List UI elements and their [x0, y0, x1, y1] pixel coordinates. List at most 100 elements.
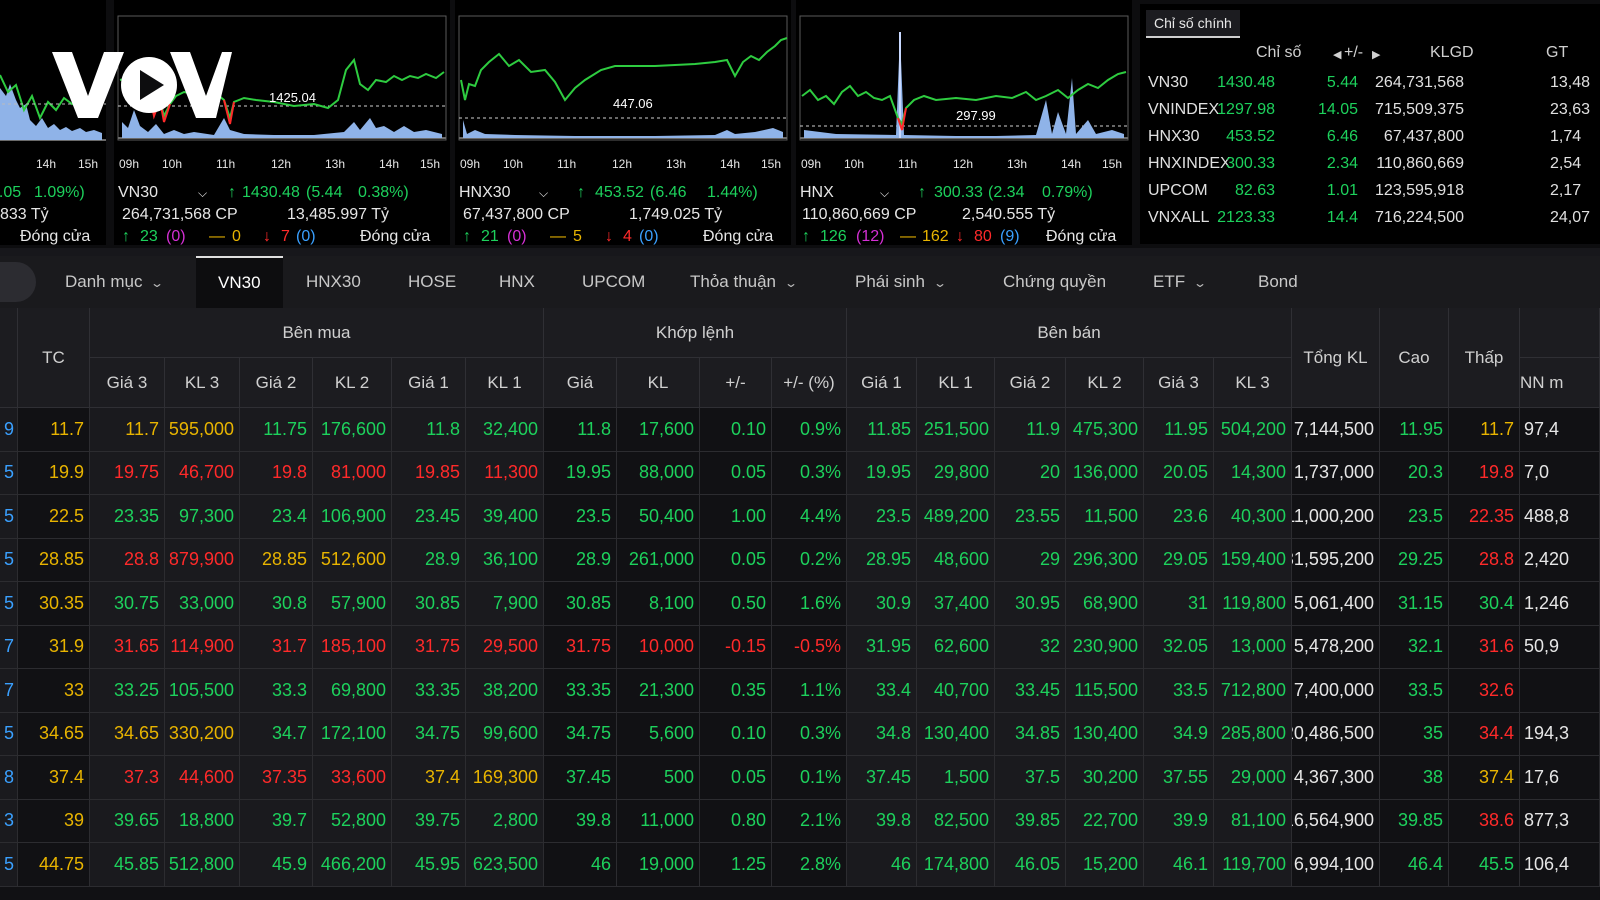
- cell: 5,600: [617, 712, 700, 755]
- cell: 11,000: [617, 799, 700, 842]
- match-group-header: Khớp lệnh: [544, 308, 847, 358]
- sort-icon[interactable]: ◀: [1333, 48, 1341, 61]
- cell: -0.15: [700, 625, 772, 668]
- cell: 39.75: [392, 799, 466, 842]
- chart-panel-vnindex[interactable]: 14h 15h 1.05 1.09%) 833 Tỷ ) Đóng cửa: [0, 0, 106, 245]
- cell: 34.65: [18, 712, 90, 755]
- cell: 106,900: [313, 495, 392, 538]
- stock-row[interactable]: 8 37.4 37.3 44,600 37.35 33,600 37.4 169,300 37.…: [0, 756, 1600, 800]
- cell: 136,000: [1066, 451, 1144, 494]
- index-volume: 715,509,375: [1375, 101, 1464, 118]
- cell: 22.5: [18, 495, 90, 538]
- cell: 23.35: [90, 495, 165, 538]
- column-header[interactable]: GT: [1546, 44, 1568, 62]
- cell: 7: [0, 625, 18, 668]
- index-name: HNX: [800, 184, 834, 201]
- cell: 11,500: [1066, 495, 1144, 538]
- high-price-header: Cao: [1380, 308, 1449, 408]
- tab-hose[interactable]: HOSE: [408, 256, 456, 308]
- reference-price-header: TC: [18, 308, 90, 408]
- column-header[interactable]: Chỉ số: [1256, 44, 1301, 62]
- cell: 5,478,200: [1292, 625, 1380, 668]
- main-indices-tab[interactable]: Chỉ số chính: [1146, 10, 1240, 38]
- index-change: 2.34: [1326, 155, 1358, 172]
- cell: 37.5: [995, 756, 1066, 799]
- stock-row[interactable]: 5 22.5 23.35 97,300 23.4 106,900 23.45 39,400 23…: [0, 495, 1600, 539]
- tab-thỏa-thuận[interactable]: Thỏa thuận ⌄: [690, 256, 798, 308]
- cell: 251,500: [917, 408, 995, 451]
- cell: 512,600: [313, 538, 392, 581]
- stock-row[interactable]: 5 44.75 45.85 512,800 45.9 466,200 45.95 623,50…: [0, 843, 1600, 887]
- stock-row[interactable]: 5 34.65 34.65 330,200 34.7 172,100 34.75 99,600…: [0, 712, 1600, 756]
- column-header[interactable]: +/-: [1344, 44, 1363, 62]
- arrow-up-icon: ↑: [122, 228, 130, 245]
- chevron-down-icon[interactable]: ⌵: [539, 186, 548, 201]
- total-volume-header: Tổng KL: [1292, 308, 1380, 408]
- cell: 69,800: [313, 669, 392, 712]
- stock-row[interactable]: 5 19.9 19.75 46,700 19.8 81,000 19.85 11,300 19.…: [0, 451, 1600, 495]
- tab-hnx[interactable]: HNX: [499, 256, 535, 308]
- time-tick: 11h: [557, 157, 577, 171]
- column-header: Giá 1: [847, 358, 917, 408]
- cell: 466,200: [313, 843, 392, 886]
- index-row[interactable]: HNXINDEX 300.33 2.34 110,860,669 2,54: [1140, 151, 1600, 178]
- cell: 15,200: [1066, 843, 1144, 886]
- index-row[interactable]: VNXALL 2123.33 14.4 716,224,500 24,07: [1140, 205, 1600, 232]
- time-tick: 15h: [420, 157, 441, 171]
- sort-icon[interactable]: ▶: [1372, 48, 1380, 61]
- cell: 18,800: [165, 799, 240, 842]
- search-pill[interactable]: [0, 262, 36, 302]
- chevron-down-icon[interactable]: ⌵: [880, 186, 889, 201]
- cell: 17,600: [617, 408, 700, 451]
- time-tick: 10h: [162, 157, 183, 171]
- cell: 172,100: [313, 712, 392, 755]
- cell: 4,367,300: [1292, 756, 1380, 799]
- cell: 29,000: [1214, 756, 1292, 799]
- market-overview: 14h 15h 1.05 1.09%) 833 Tỷ ) Đóng cửa 14…: [0, 0, 1600, 248]
- time-tick: 13h: [325, 157, 346, 171]
- tab-etf[interactable]: ETF ⌄: [1153, 256, 1207, 308]
- stock-row[interactable]: 3 39 39.65 18,800 39.7 52,800 39.75 2,800 39.8 11…: [0, 799, 1600, 843]
- stock-row[interactable]: 5 28.85 28.8 879,900 28.85 512,600 28.9 36,100 2…: [0, 538, 1600, 582]
- cell: 1,246: [1520, 582, 1600, 625]
- index-turnover: 24,07: [1550, 209, 1591, 226]
- chevron-down-icon[interactable]: ⌵: [198, 186, 207, 201]
- cell: 28.9: [544, 538, 617, 581]
- cell: 29: [995, 538, 1066, 581]
- index-change: (6.46: [650, 184, 687, 201]
- stock-row[interactable]: 9 11.7 11.7 595,000 11.75 176,600 11.8 32,400 11…: [0, 408, 1600, 452]
- stock-row[interactable]: 7 31.9 31.65 114,900 31.7 185,100 31.75 29,500 3…: [0, 625, 1600, 669]
- tab-hnx30[interactable]: HNX30: [306, 256, 361, 308]
- tab-danh-mục[interactable]: Danh mục ⌄: [65, 256, 165, 308]
- column-header[interactable]: KLGD: [1430, 44, 1474, 62]
- index-row[interactable]: HNX30 453.52 6.46 67,437,800 1,74: [1140, 124, 1600, 151]
- cell: 119,800: [1214, 582, 1292, 625]
- tab-upcom[interactable]: UPCOM: [582, 256, 645, 308]
- tab-chứng-quyền[interactable]: Chứng quyền: [1003, 256, 1106, 308]
- index-value: 82.63: [1234, 182, 1275, 199]
- tab-vn30[interactable]: VN30: [196, 256, 283, 308]
- tab-bond[interactable]: Bond: [1258, 256, 1298, 308]
- cell: 6,994,100: [1292, 843, 1380, 886]
- index-row[interactable]: VN30 1430.48 5.44 264,731,568 13,48: [1140, 70, 1600, 97]
- index-change: 6.46: [1326, 128, 1358, 145]
- cell: 0.10: [700, 712, 772, 755]
- tab-phái-sinh[interactable]: Phái sinh ⌄: [855, 256, 947, 308]
- cell: 30.9: [847, 582, 917, 625]
- stock-row[interactable]: 7 33 33.25 105,500 33.3 69,800 33.35 38,200 33.3…: [0, 669, 1600, 713]
- chart-panel-vn30[interactable]: 1425.04 09h 10h 11h 12h 13h 14h 15h VN30…: [114, 0, 450, 245]
- index-row[interactable]: UPCOM 82.63 1.01 123,595,918 2,17: [1140, 178, 1600, 205]
- floor-count: (9): [1000, 228, 1020, 245]
- stock-row[interactable]: 5 30.35 30.75 33,000 30.8 57,900 30.85 7,900 30.…: [0, 582, 1600, 626]
- cell: 31.75: [392, 625, 466, 668]
- time-tick: 15h: [761, 157, 782, 171]
- index-turnover: 1,74: [1550, 128, 1582, 145]
- chart-panel-hnx[interactable]: 297.99 09h 10h 11h 12h 13h 14h 15h HNX ⌵…: [796, 0, 1132, 245]
- index-value: 13,485.997 Tỷ: [287, 206, 390, 223]
- cell: 5,061,400: [1292, 582, 1380, 625]
- cell: 31.7: [240, 625, 313, 668]
- chart-panel-hnx30[interactable]: 447.06 09h 10h 11h 12h 13h 14h 15h HNX30…: [455, 0, 791, 245]
- index-row[interactable]: VNINDEX 1297.98 14.05 715,509,375 23,63: [1140, 97, 1600, 124]
- cell: 13,000: [1214, 625, 1292, 668]
- index-change: (2.34: [988, 184, 1025, 201]
